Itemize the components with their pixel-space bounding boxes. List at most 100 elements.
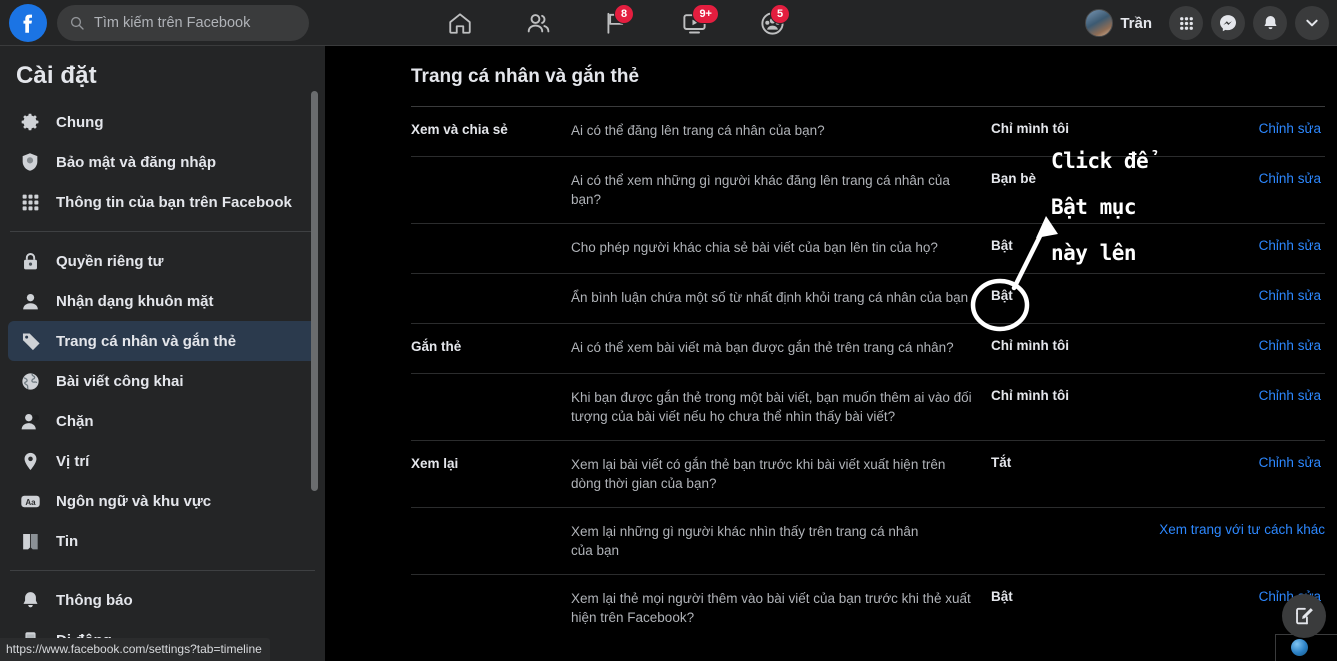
sidebar-item-label: Nhận dạng khuôn mặt [56,293,214,310]
row-value: Tắt [991,455,1141,470]
row-value: Chỉ mình tôi [991,121,1141,136]
row-edit-link[interactable]: Chỉnh sửa [1141,338,1321,353]
search-input[interactable] [94,15,294,31]
nav-item-friends[interactable] [499,0,577,46]
annotation-line-2: Bật mục [1051,195,1136,220]
nav-item-marketplace[interactable]: 8 [577,0,655,46]
sidebar-item-label: Ngôn ngữ và khu vực [56,493,211,510]
nav-center-group: 8 9+ 5 [421,0,811,46]
location-pin-icon [16,447,44,475]
nav-right-group: Trần [1082,0,1329,46]
search-icon [69,15,85,31]
sidebar-item-nhan-dang-khuon-mat[interactable]: Nhận dạng khuôn mặt [8,281,317,321]
row-edit-link[interactable]: Chỉnh sửa [1141,121,1321,136]
tag-icon [16,327,44,355]
sidebar-item-thong-bao[interactable]: Thông báo [8,580,317,620]
sidebar-item-label: Bài viết công khai [56,373,184,390]
compose-button[interactable] [1282,594,1326,638]
sidebar-item-bai-viet-cong-khai[interactable]: Bài viết công khai [8,361,317,401]
sidebar-item-vi-tri[interactable]: Vị trí [8,441,317,481]
facebook-logo-icon[interactable] [9,4,47,42]
facebook-settings-page: 8 9+ 5 [0,0,1337,661]
notifications-button[interactable] [1253,6,1287,40]
settings-sidebar: Cài đặt Chung Bảo mật và đăng nhập [0,46,325,661]
sidebar-item-label: Vị trí [56,453,89,470]
table-row: Xem lại thẻ mọi người thêm vào bài viết … [411,575,1325,641]
row-value: Chỉ mình tôi [991,388,1141,403]
row-question: Xem lại bài viết có gắn thẻ bạn trước kh… [571,455,991,493]
sidebar-item-ngon-ngu-va-khu-vuc[interactable]: Aa Ngôn ngữ và khu vực [8,481,317,521]
row-question: Ai có thể đăng lên trang cá nhân của bạn… [571,121,991,140]
row-category [411,388,571,389]
bell-icon [1261,14,1280,33]
main-content: Trang cá nhân và gắn thẻ Xem và chia sẻ … [325,46,1337,661]
sidebar-item-tin[interactable]: Tin [8,521,317,561]
row-edit-link[interactable]: Chỉnh sửa [1141,455,1321,470]
avatar [1085,9,1113,37]
profile-chip[interactable]: Trần [1082,6,1161,40]
bell-icon [16,586,44,614]
sidebar-item-trang-ca-nhan-va-gan-the[interactable]: Trang cá nhân và gắn thẻ [8,321,317,361]
annotation-line-1: Click để [1051,149,1148,174]
nav-item-groups[interactable]: 5 [733,0,811,46]
sidebar-item-label: Tin [56,533,78,550]
table-row: Khi bạn được gắn thẻ trong một bài viết,… [411,374,1325,441]
home-icon [447,10,473,36]
row-value-target[interactable]: Bật [991,288,1141,303]
sidebar-item-bao-mat[interactable]: Bảo mật và đăng nhập [8,142,317,182]
sidebar-item-label: Thông báo [56,592,133,609]
sidebar-item-thong-tin[interactable]: Thông tin của bạn trên Facebook [8,182,317,222]
sidebar-title: Cài đặt [0,46,325,102]
row-value: Bật [991,589,1141,604]
row-question: Xem lại thẻ mọi người thêm vào bài viết … [571,589,991,627]
row-value: Chỉ mình tôi [991,338,1141,353]
nav-item-home[interactable] [421,0,499,46]
book-icon [16,527,44,555]
sidebar-item-label: Thông tin của bạn trên Facebook [56,194,292,211]
messenger-button[interactable] [1211,6,1245,40]
row-category [411,171,571,172]
row-edit-link[interactable]: Chỉnh sửa [1141,238,1321,253]
friends-icon [525,10,552,37]
search-box[interactable] [57,5,309,41]
sidebar-group-2: Quyền riêng tư Nhận dạng khuôn mặt [0,241,325,561]
compose-edit-icon [1293,605,1315,627]
table-row: Ai có thể xem những gì người khác đăng l… [411,157,1325,224]
lock-icon [16,247,44,275]
row-edit-link[interactable]: Chỉnh sửa [1141,388,1321,403]
sidebar-item-quyen-rieng-tu[interactable]: Quyền riêng tư [8,241,317,281]
gear-icon [16,108,44,136]
row-question: Khi bạn được gắn thẻ trong một bài viết,… [571,388,991,426]
table-row: Xem lại những gì người khác nhìn thấy tr… [411,508,1325,575]
table-row: Cho phép người khác chia sẻ bài viết của… [411,224,1325,274]
chevron-down-icon [1304,15,1320,31]
sidebar-scrollbar-thumb[interactable] [311,91,318,491]
sidebar-item-chan[interactable]: Chặn [8,401,317,441]
row-question: Cho phép người khác chia sẻ bài viết của… [571,238,991,257]
row-edit-link[interactable]: Chỉnh sửa [1141,288,1321,303]
messenger-icon [1218,13,1238,33]
top-navigation-bar: 8 9+ 5 [0,0,1337,46]
globe-icon [16,367,44,395]
block-person-icon [16,407,44,435]
row-edit-link[interactable]: Chỉnh sửa [1141,171,1321,186]
table-row: Xem lại Xem lại bài viết có gắn thẻ bạn … [411,441,1325,508]
table-row: Xem và chia sẻ Ai có thể đăng lên trang … [411,107,1325,157]
shield-icon [16,148,44,176]
profile-name: Trần [1120,15,1152,32]
row-question: Ai có thể xem bài viết mà bạn được gắn t… [571,338,991,357]
svg-text:Aa: Aa [25,497,36,506]
menu-grid-button[interactable] [1169,6,1203,40]
row-question: Ẩn bình luận chứa một số từ nhất định kh… [571,288,991,307]
nav-item-watch[interactable]: 9+ [655,0,733,46]
sidebar-item-label: Bảo mật và đăng nhập [56,154,216,171]
row-category [411,238,571,239]
row-view-as-link[interactable]: Xem trang với tư cách khác [1095,522,1325,537]
sidebar-item-chung[interactable]: Chung [8,102,317,142]
globe-icon[interactable] [1291,639,1308,656]
account-menu-button[interactable] [1295,6,1329,40]
sidebar-item-label: Chung [56,114,103,131]
row-question: Xem lại những gì người khác nhìn thấy tr… [571,522,945,560]
sidebar-item-label: Chặn [56,413,94,430]
row-category [411,288,571,289]
